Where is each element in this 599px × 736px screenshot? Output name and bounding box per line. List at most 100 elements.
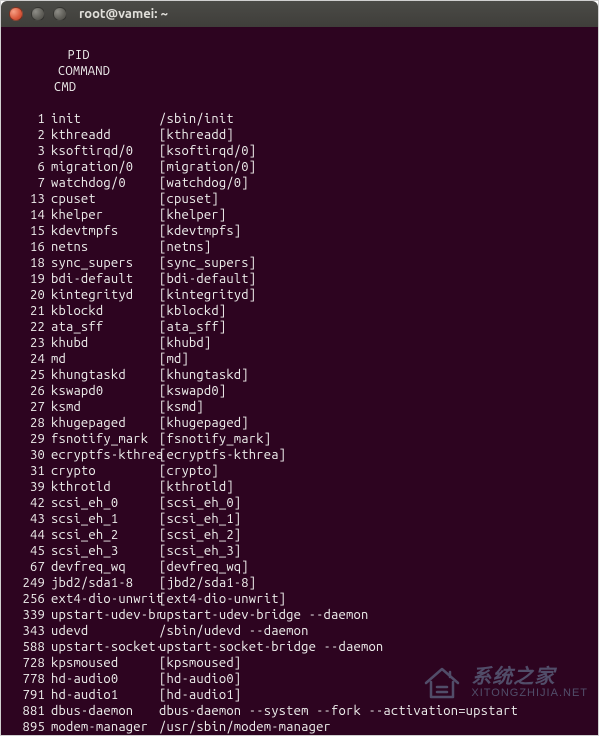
process-row: 21kblockd[kblockd] bbox=[7, 303, 592, 319]
cell-command: khelper bbox=[45, 207, 157, 223]
cell-cmd: [hd-audio0] bbox=[157, 671, 241, 687]
process-row: 881dbus-daemondbus-daemon --system --for… bbox=[7, 703, 592, 719]
cell-command: kpsmoused bbox=[45, 655, 157, 671]
cell-pid: 31 bbox=[7, 463, 45, 479]
cell-cmd: [ksoftirqd/0] bbox=[157, 143, 256, 159]
cell-command: modem-manager bbox=[45, 719, 157, 735]
cell-command: udevd bbox=[45, 623, 157, 639]
cell-cmd: [scsi_eh_0] bbox=[157, 495, 241, 511]
terminal-area[interactable]: PID COMMAND CMD 1init/sbin/init2kthreadd… bbox=[1, 27, 598, 735]
process-row: 14khelper[khelper] bbox=[7, 207, 592, 223]
process-row: 28khugepaged[khugepaged] bbox=[7, 415, 592, 431]
cell-command: hd-audio0 bbox=[45, 671, 157, 687]
process-row: 67devfreq_wq[devfreq_wq] bbox=[7, 559, 592, 575]
cell-pid: 339 bbox=[7, 607, 45, 623]
cell-cmd: [khungtaskd] bbox=[157, 367, 249, 383]
cell-cmd: [kintegrityd] bbox=[157, 287, 256, 303]
cell-pid: 881 bbox=[7, 703, 45, 719]
window-titlebar[interactable]: root@vamei: ~ bbox=[1, 1, 598, 27]
cell-command: ata_sff bbox=[45, 319, 157, 335]
cell-command: ecryptfs-kthrea bbox=[45, 447, 157, 463]
process-row: 728kpsmoused[kpsmoused] bbox=[7, 655, 592, 671]
cell-command: ksoftirqd/0 bbox=[45, 143, 157, 159]
cell-cmd: [scsi_eh_2] bbox=[157, 527, 241, 543]
cell-cmd: [kthreadd] bbox=[157, 127, 234, 143]
process-row: 30ecryptfs-kthrea[ecryptfs-kthrea] bbox=[7, 447, 592, 463]
cell-command: khungtaskd bbox=[45, 367, 157, 383]
cell-cmd: [ext4-dio-unwrit] bbox=[157, 591, 286, 607]
cell-pid: 24 bbox=[7, 351, 45, 367]
cell-cmd: dbus-daemon --system --fork --activation… bbox=[157, 703, 518, 719]
cell-pid: 13 bbox=[7, 191, 45, 207]
cell-pid: 67 bbox=[7, 559, 45, 575]
cell-pid: 791 bbox=[7, 687, 45, 703]
cell-command: kthrotld bbox=[45, 479, 157, 495]
process-row: 27ksmd[ksmd] bbox=[7, 399, 592, 415]
cell-pid: 728 bbox=[7, 655, 45, 671]
process-row: 23khubd[khubd] bbox=[7, 335, 592, 351]
cell-cmd: [kdevtmpfs] bbox=[157, 223, 241, 239]
cell-cmd: [netns] bbox=[157, 239, 211, 255]
process-row: 3ksoftirqd/0[ksoftirqd/0] bbox=[7, 143, 592, 159]
window-close-button[interactable] bbox=[9, 7, 23, 21]
cell-pid: 44 bbox=[7, 527, 45, 543]
cell-cmd: [watchdog/0] bbox=[157, 175, 249, 191]
cell-cmd: [scsi_eh_3] bbox=[157, 543, 241, 559]
process-row: 16netns[netns] bbox=[7, 239, 592, 255]
cell-cmd: [devfreq_wq] bbox=[157, 559, 249, 575]
process-row: 45scsi_eh_3[scsi_eh_3] bbox=[7, 543, 592, 559]
cell-pid: 43 bbox=[7, 511, 45, 527]
cell-command: kswapd0 bbox=[45, 383, 157, 399]
cell-cmd: [migration/0] bbox=[157, 159, 256, 175]
cell-cmd: upstart-socket-bridge --daemon bbox=[157, 639, 383, 655]
process-row: 339upstart-udev-brupstart-udev-bridge --… bbox=[7, 607, 592, 623]
process-row: 44scsi_eh_2[scsi_eh_2] bbox=[7, 527, 592, 543]
cell-command: devfreq_wq bbox=[45, 559, 157, 575]
process-row: 39kthrotld[kthrotld] bbox=[7, 479, 592, 495]
cell-pid: 20 bbox=[7, 287, 45, 303]
window-maximize-button[interactable] bbox=[53, 7, 67, 21]
cell-pid: 15 bbox=[7, 223, 45, 239]
process-row: 29fsnotify_mark[fsnotify_mark] bbox=[7, 431, 592, 447]
header-command: COMMAND bbox=[52, 63, 164, 79]
cell-command: upstart-udev-br bbox=[45, 607, 157, 623]
process-row: 256ext4-dio-unwrit[ext4-dio-unwrit] bbox=[7, 591, 592, 607]
cell-pid: 343 bbox=[7, 623, 45, 639]
cell-command: sync_supers bbox=[45, 255, 157, 271]
cell-command: scsi_eh_2 bbox=[45, 527, 157, 543]
cell-pid: 25 bbox=[7, 367, 45, 383]
cell-command: crypto bbox=[45, 463, 157, 479]
cell-cmd: [cpuset] bbox=[157, 191, 219, 207]
cell-cmd: [ksmd] bbox=[157, 399, 204, 415]
ps-header-row: PID COMMAND CMD bbox=[7, 31, 592, 111]
cell-pid: 26 bbox=[7, 383, 45, 399]
cell-pid: 28 bbox=[7, 415, 45, 431]
cell-cmd: [kswapd0] bbox=[157, 383, 226, 399]
cell-command: watchdog/0 bbox=[45, 175, 157, 191]
cell-pid: 29 bbox=[7, 431, 45, 447]
cell-cmd: [kblockd] bbox=[157, 303, 226, 319]
cell-pid: 39 bbox=[7, 479, 45, 495]
cell-command: khugepaged bbox=[45, 415, 157, 431]
cell-pid: 18 bbox=[7, 255, 45, 271]
cell-pid: 249 bbox=[7, 575, 45, 591]
cell-cmd: /usr/sbin/modem-manager bbox=[157, 719, 331, 735]
cell-command: hd-audio1 bbox=[45, 687, 157, 703]
process-row: 6migration/0[migration/0] bbox=[7, 159, 592, 175]
window-frame: root@vamei: ~ PID COMMAND CMD 1init/sbin… bbox=[0, 0, 599, 736]
process-row: 249jbd2/sda1-8[jbd2/sda1-8] bbox=[7, 575, 592, 591]
cell-cmd: [khubd] bbox=[157, 335, 211, 351]
cell-command: md bbox=[45, 351, 157, 367]
cell-pid: 3 bbox=[7, 143, 45, 159]
cell-command: kintegrityd bbox=[45, 287, 157, 303]
cell-pid: 16 bbox=[7, 239, 45, 255]
cell-command: migration/0 bbox=[45, 159, 157, 175]
process-row: 25khungtaskd[khungtaskd] bbox=[7, 367, 592, 383]
window-title: root@vamei: ~ bbox=[79, 7, 168, 21]
cell-cmd: [fsnotify_mark] bbox=[157, 431, 271, 447]
process-row: 1init/sbin/init bbox=[7, 111, 592, 127]
cell-pid: 1 bbox=[7, 111, 45, 127]
cell-cmd: /sbin/udevd --daemon bbox=[157, 623, 309, 639]
cell-pid: 22 bbox=[7, 319, 45, 335]
window-minimize-button[interactable] bbox=[31, 7, 45, 21]
